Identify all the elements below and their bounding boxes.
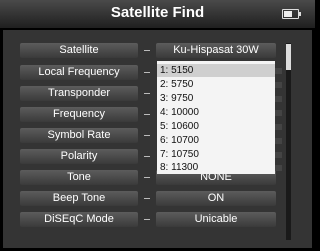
dropdown-option[interactable]: 3: 9750 [157,92,275,105]
row-separator [144,177,150,178]
diseqc-mode-value[interactable]: Unicable [156,212,276,227]
row-separator [144,219,150,220]
row-separator [144,135,150,136]
row-separator [144,72,150,73]
row-separator [144,198,150,199]
satellite-find-screen: Satellite Find Satellite Ku-Hispasat 30W… [0,0,315,251]
row-separator [144,156,150,157]
beep-tone-label[interactable]: Beep Tone [20,191,138,206]
row-separator [144,93,150,94]
polarity-label[interactable]: Polarity [20,149,138,164]
transponder-label[interactable]: Transponder [20,86,138,101]
dropdown-option[interactable]: 2: 5750 [157,78,275,91]
option-marker [275,82,282,88]
battery-icon [282,9,301,19]
title-bar: Satellite Find [0,0,315,28]
dropdown-option[interactable]: 7: 10750 [157,148,275,161]
satellite-value[interactable]: Ku-Hispasat 30W [156,43,276,58]
page-title: Satellite Find [110,4,205,21]
satellite-label[interactable]: Satellite [20,43,138,58]
local-frequency-label[interactable]: Local Frequency [20,65,138,80]
option-marker [275,96,282,102]
row-separator [144,114,150,115]
option-marker [275,124,282,130]
row-separator [144,50,150,51]
dropdown-option[interactable]: 8: 11300 [157,161,275,174]
scrollbar-track[interactable] [286,43,291,240]
option-marker [275,138,282,144]
option-marker [275,165,282,171]
option-marker [275,152,282,158]
dropdown-option[interactable]: 1: 5150 [157,64,275,77]
beep-tone-value[interactable]: ON [156,191,276,206]
diseqc-mode-label[interactable]: DiSEqC Mode [20,212,138,227]
symbol-rate-label[interactable]: Symbol Rate [20,128,138,143]
dropdown-option[interactable]: 6: 10700 [157,134,275,147]
local-frequency-dropdown[interactable]: 1: 5150 2: 5750 3: 9750 4: 10000 5: 1060… [157,61,275,174]
option-marker [275,110,282,116]
tone-label[interactable]: Tone [20,170,138,185]
scrollbar-thumb[interactable] [286,44,291,70]
frequency-label[interactable]: Frequency [20,107,138,122]
dropdown-option[interactable]: 4: 10000 [157,106,275,119]
option-marker [275,68,282,74]
dropdown-option[interactable]: 5: 10600 [157,120,275,133]
